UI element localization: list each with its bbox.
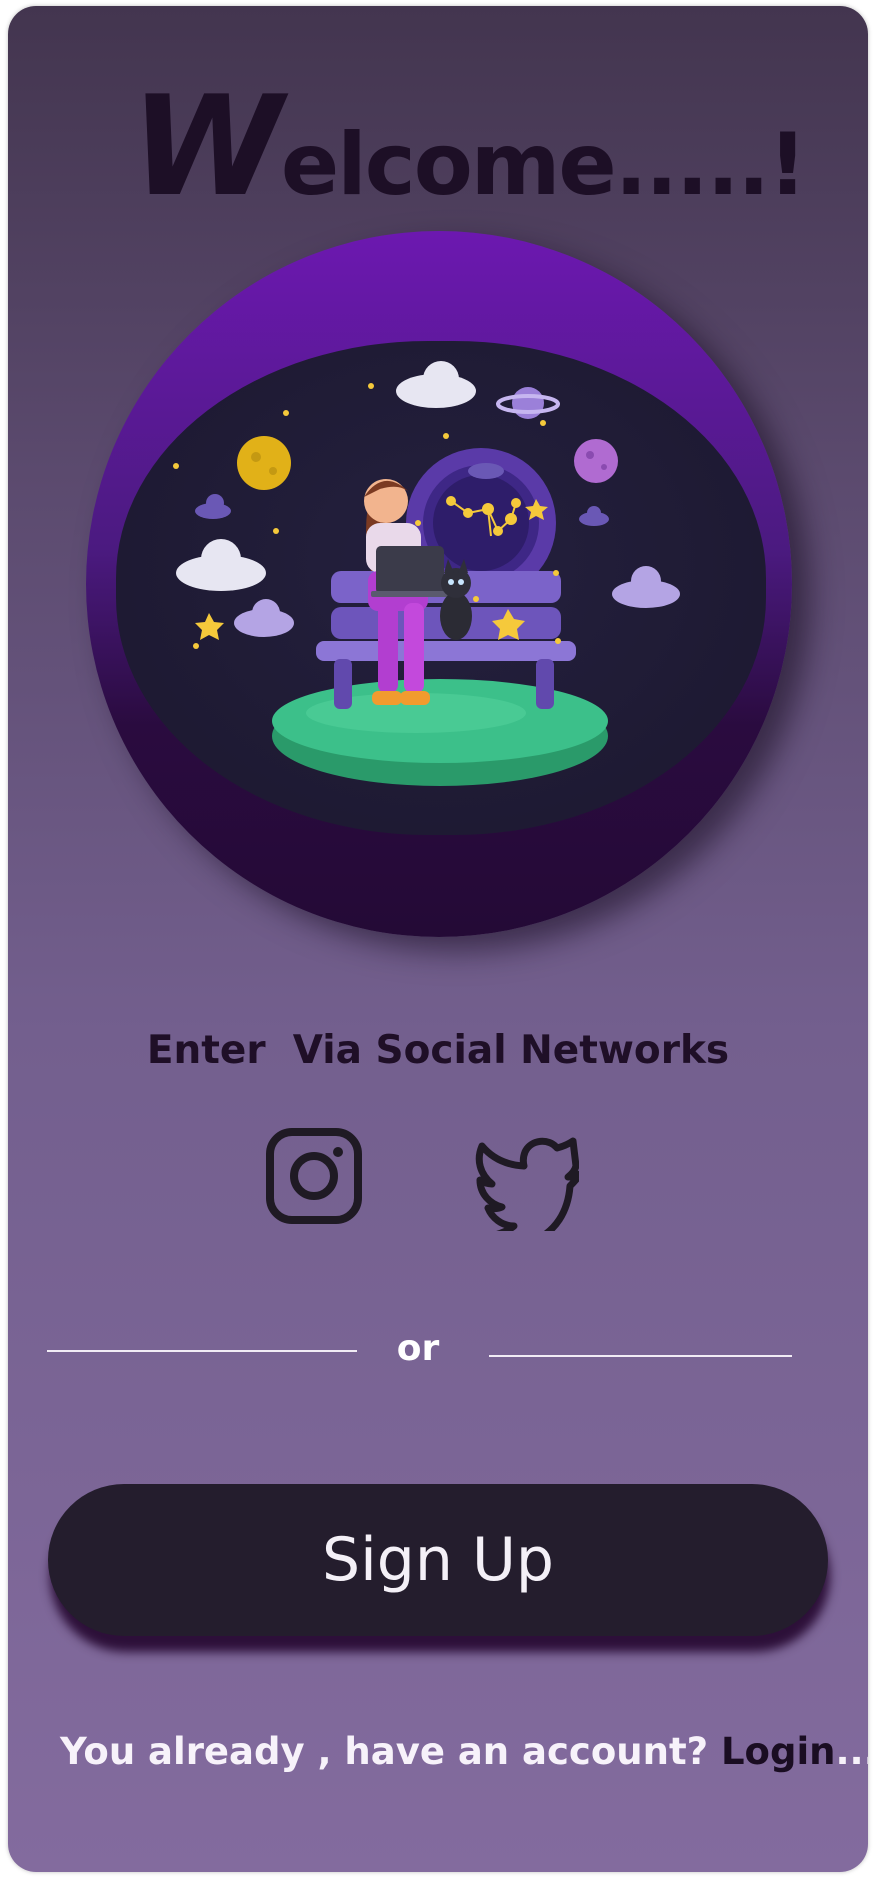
purple-planet [574, 439, 618, 483]
footer-prompt-text: You already , have an account? [60, 1730, 721, 1773]
login-suffix: ....!!! [835, 1730, 869, 1773]
hero-illustration [173, 361, 680, 786]
divider-right [489, 1355, 792, 1357]
login-link[interactable]: Login [721, 1730, 836, 1773]
ringed-planet [512, 387, 544, 419]
welcome-screen: Welcome.....! Enter Via Social Networks … [8, 6, 868, 1872]
welcome-title-rest: elcome.....! [280, 115, 807, 215]
twitter-icon[interactable] [472, 1131, 584, 1249]
welcome-title-initial: W [130, 66, 283, 227]
or-separator: or [396, 1328, 440, 1369]
welcome-title: Welcome.....! [38, 78, 868, 216]
instagram-icon[interactable] [264, 1126, 364, 1226]
cat-figure [440, 559, 472, 640]
footer-login-prompt: You already , have an account? Login....… [60, 1730, 868, 1773]
social-networks-heading: Enter Via Social Networks [146, 1028, 730, 1073]
moon [237, 436, 291, 490]
sign-up-button[interactable]: Sign Up [48, 1484, 828, 1636]
